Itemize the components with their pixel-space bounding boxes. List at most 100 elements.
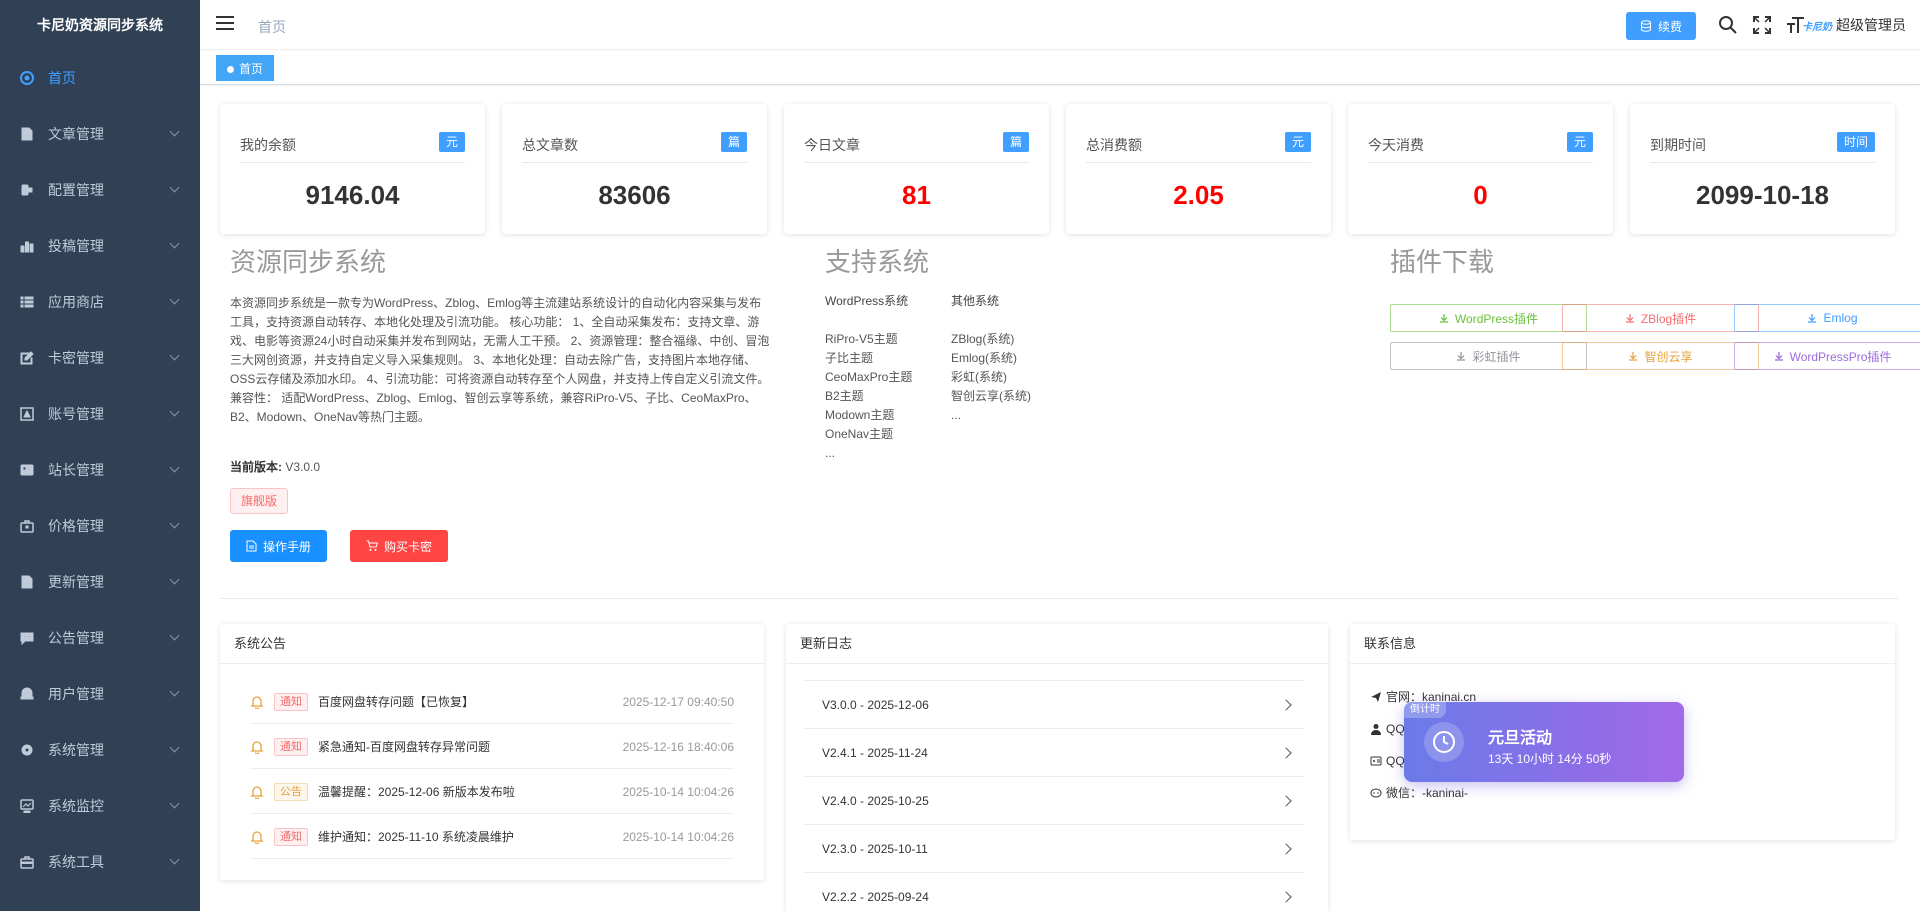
sidebar-item-14[interactable]: 系统工具 (0, 834, 200, 890)
system-item: OneNav主题 (825, 427, 894, 441)
sidebar: 卡尼奶资源同步系统 首页 文章管理 配置管理 投稿管理 应用商店 卡密管理 账号管理 站长管理… (0, 0, 200, 911)
notice-item[interactable]: 通知 维护通知：2025-11-10 系统凌晨维护 2025-10-14 10:04… (250, 815, 734, 859)
chevron-down-icon (169, 574, 180, 585)
hamburger-menu-icon[interactable] (216, 16, 234, 32)
notice-tag: 通知 (274, 692, 308, 711)
sidebar-item-label: 系统管理 (48, 742, 104, 758)
renew-button[interactable]: 续费 (1625, 12, 1696, 40)
chevron-down-icon (169, 518, 180, 529)
search-icon[interactable] (1718, 15, 1738, 35)
wp-head: WordPress系统 (825, 294, 909, 308)
chevron-down-icon (169, 686, 180, 697)
manual-button[interactable]: 操作手册 (230, 530, 328, 562)
chevron-down-icon (169, 742, 180, 753)
plugin-label: WordPressPro插件 (1789, 349, 1892, 364)
plugin-download-button[interactable]: 智创云享 (1562, 342, 1759, 370)
plugin-download-button[interactable]: 彩虹插件 (1390, 342, 1587, 370)
sidebar-item-7[interactable]: 站长管理 (0, 442, 200, 498)
changelog-item[interactable]: V3.0.0 - 2025-12-06 (804, 680, 1304, 728)
stat-title: 今日文章 (804, 137, 860, 153)
user-logo: 卡尼奶 (1802, 21, 1832, 33)
wordpress-systems: WordPress系统 RiPro-V5主题 子比主题 CeoMaxPro主题 B2主… (825, 292, 912, 463)
sidebar-item-1[interactable]: 文章管理 (0, 106, 200, 162)
sidebar-item-label: 投稿管理 (48, 238, 104, 254)
file-icon (246, 540, 257, 552)
sidebar-item-label: 更新管理 (48, 574, 104, 590)
system-item: B2主题 (825, 389, 864, 403)
manual-label: 操作手册 (263, 539, 312, 554)
changelog-item[interactable]: V2.4.0 - 2025-10-25 (804, 776, 1304, 824)
sidebar-item-0[interactable]: 首页 (0, 50, 200, 106)
chevron-down-icon (169, 462, 180, 473)
sidebar-item-6[interactable]: 账号管理 (0, 386, 200, 442)
stat-unit-badge: 篇 (1002, 132, 1029, 152)
plugin-label: 彩虹插件 (1472, 349, 1521, 364)
bell-icon (250, 785, 264, 799)
plugin-download-button[interactable]: WordPress插件 (1390, 304, 1587, 332)
divider (220, 598, 1898, 599)
user-menu[interactable]: 卡尼奶 超级管理员 (1802, 15, 1906, 35)
changelog-item[interactable]: V2.4.1 - 2025-11-24 (804, 728, 1304, 776)
sidebar-item-label: 卡密管理 (48, 350, 104, 366)
notice-item[interactable]: 公告 温馨提醒：2025-12-06 新版本发布啦 2025-10-14 10:04… (250, 770, 734, 814)
intro-title: 资源同步系统 (230, 247, 387, 277)
chevron-right-icon (1280, 891, 1292, 903)
changelog-panel: 更新日志 V3.0.0 - 2025-12-06 V2.4.1 - 2025-11… (786, 624, 1328, 911)
system-item: ... (825, 446, 836, 460)
plugin-label: WordPress插件 (1454, 311, 1539, 326)
sidebar-item-12[interactable]: 系统管理 (0, 722, 200, 778)
buy-label: 购买卡密 (384, 539, 433, 554)
plugin-download-button[interactable]: WordPressPro插件 (1734, 342, 1920, 370)
other-systems: 其他系统 ZBlog(系统) Emlog(系统) 彩虹(系统) 智创云享(系统)... (951, 292, 1031, 425)
plugin-download-button[interactable]: ZBlog插件 (1562, 304, 1759, 332)
sidebar-item-3[interactable]: 投稿管理 (0, 218, 200, 274)
gear-icon (20, 743, 34, 757)
notice-item[interactable]: 通知 紧急通知-百度网盘转存异常问题 2025-12-16 18:40:06 (250, 725, 734, 769)
stat-divider (1086, 162, 1311, 163)
chevron-down-icon (169, 406, 180, 417)
chevron-down-icon (169, 182, 180, 193)
sidebar-item-9[interactable]: 更新管理 (0, 554, 200, 610)
notice-item[interactable]: 通知 百度网盘转存问题【已恢复】 2025-12-17 09:40:50 (250, 680, 734, 724)
stat-unit-badge: 元 (1566, 132, 1593, 152)
sidebar-item-8[interactable]: 价格管理 (0, 498, 200, 554)
tags-view: 首页 (200, 51, 1920, 85)
sidebar-item-label: 站长管理 (48, 462, 104, 478)
sidebar-item-11[interactable]: 用户管理 (0, 666, 200, 722)
system-item: ZBlog(系统) (951, 332, 1015, 346)
stat-divider (522, 162, 747, 163)
database-icon (1640, 20, 1651, 32)
system-item: RiPro-V5主题 (825, 332, 898, 346)
sidebar-item-10[interactable]: 公告管理 (0, 610, 200, 666)
changelog-item[interactable]: V2.3.0 - 2025-10-11 (804, 824, 1304, 872)
sidebar-item-2[interactable]: 配置管理 (0, 162, 200, 218)
version-label: 当前版本: (230, 460, 282, 474)
buy-card-button[interactable]: 购买卡密 (350, 530, 449, 562)
sidebar-item-label: 系统监控 (48, 798, 104, 814)
clock-icon (1424, 722, 1464, 762)
changelog-version: V2.3.0 - 2025-10-11 (822, 841, 928, 856)
intro-text: 本资源同步系统是一款专为WordPress、Zblog、Emlog等主流建站系统… (230, 296, 770, 424)
changelog-item[interactable]: V2.2.2 - 2025-09-24 (804, 872, 1304, 911)
sidebar-item-label: 首页 (48, 70, 76, 86)
chevron-down-icon (169, 126, 180, 137)
document-icon (20, 127, 34, 141)
bell-icon (250, 830, 264, 844)
fullscreen-icon[interactable] (1752, 15, 1772, 35)
tag-home[interactable]: 首页 (216, 55, 275, 81)
promo-card[interactable]: 倒计时 元旦活动 13天 10小时 14分 50秒 (1404, 702, 1684, 782)
breadcrumb[interactable]: 首页 (258, 17, 286, 37)
chevron-down-icon (169, 630, 180, 641)
plugin-download-button[interactable]: Emlog (1734, 304, 1920, 332)
promo-tag: 倒计时 (1404, 702, 1446, 718)
stat-divider (1368, 162, 1593, 163)
download-icon (1808, 314, 1817, 323)
top-header: 首页 续费 卡尼奶 超级管理员 (200, 0, 1920, 50)
sidebar-item-5[interactable]: 卡密管理 (0, 330, 200, 386)
sidebar-item-13[interactable]: 系统监控 (0, 778, 200, 834)
download-icon (1774, 352, 1783, 361)
sidebar-item-label: 账号管理 (48, 406, 104, 422)
system-item: Modown主题 (825, 408, 895, 422)
plugin-label: ZBlog插件 (1640, 311, 1697, 326)
sidebar-item-4[interactable]: 应用商店 (0, 274, 200, 330)
